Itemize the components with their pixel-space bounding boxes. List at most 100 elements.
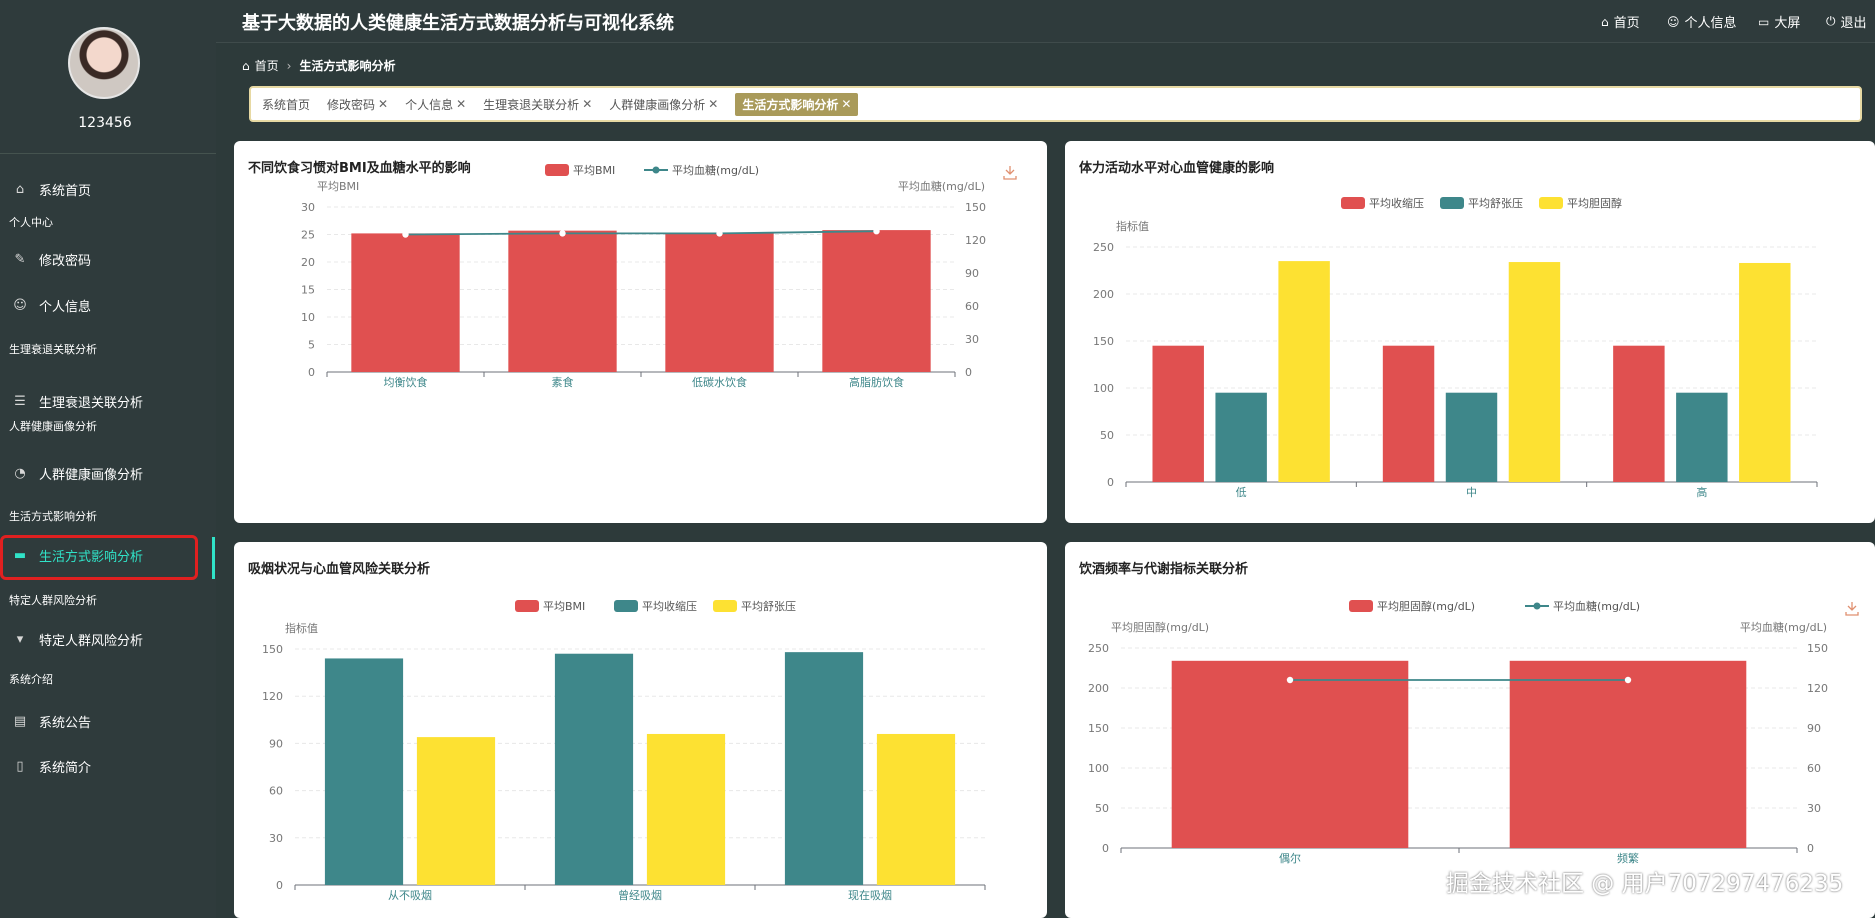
close-icon[interactable]: ✕ (378, 97, 388, 111)
avatar[interactable] (68, 27, 140, 99)
tab-item[interactable]: 人群健康画像分析 ✕ (609, 96, 718, 113)
menu-group-title: 特定人群风险分析 (9, 594, 97, 607)
sidebar-item-label: 系统简介 (39, 760, 92, 776)
bar (1676, 392, 1728, 482)
activity-chart: 平均收缩压 平均舒张压 平均胆固醇指标值 0 50 100 150 200 250 低 中 高 (1093, 196, 1818, 499)
legend-swatch (515, 600, 539, 612)
menu-group-title: 系统介绍 (9, 673, 53, 686)
y-tick-label: 200 (1093, 288, 1114, 301)
bar (1445, 392, 1498, 482)
nav-bigscreen[interactable]: ▭ 大屏 (1758, 12, 1800, 32)
home-icon: ⌂ (242, 58, 250, 73)
y-tick-label: 60 (269, 785, 283, 798)
active-item-highlight (0, 535, 198, 580)
line-point (402, 231, 409, 238)
nav-logout[interactable]: ⏻ 退出 (1826, 12, 1867, 31)
y-tick-label: 0 (276, 879, 283, 892)
chevron-right-icon: › (286, 58, 292, 73)
tab-item[interactable]: 个人信息 ✕ (405, 96, 466, 113)
bar (1171, 660, 1409, 848)
x-tick-label: 中 (1466, 486, 1477, 499)
legend-label: 平均血糖(mg/dL) (1553, 599, 1640, 613)
bar (1382, 345, 1435, 482)
close-icon[interactable]: ✕ (708, 97, 718, 111)
bar (1739, 262, 1791, 482)
tab-item[interactable]: 生活方式影响分析 ✕ (735, 92, 859, 116)
y-tick-label: 90 (269, 737, 283, 750)
menu-group-title: 生活方式影响分析 (9, 510, 97, 523)
tab-label: 个人信息 (405, 97, 454, 112)
panel-alcohol-chart: 饮酒频率与代谢指标关联分析 平均胆固醇(mg/dL) 平均血糖(mg/dL) 平均胆… (1065, 542, 1875, 918)
bar (822, 230, 931, 372)
line-point (873, 228, 880, 235)
book-icon: ▯ (16, 758, 24, 774)
y-right-tick-label: 30 (1807, 802, 1821, 815)
line-point (1286, 676, 1294, 684)
legend-swatch (614, 600, 638, 612)
power-icon: ⏻ (1826, 14, 1836, 28)
legend-swatch (713, 600, 737, 612)
y-axis-title: 指标值 (1116, 219, 1149, 233)
breadcrumb-home[interactable]: 首页 (255, 57, 279, 74)
bar (416, 737, 496, 885)
tab-bar: 系统首页 修改密码 ✕ 个人信息 ✕ 生理衰退关联分析 ✕ 人群健康画像分析 ✕ 生活方式影响分析… (249, 86, 1862, 122)
y-right-tick-label: 120 (1807, 682, 1828, 695)
username: 123456 (78, 115, 132, 131)
download-icon[interactable] (1845, 602, 1859, 616)
menu-group-title: 生理衰退关联分析 (9, 343, 97, 356)
panel-smoking-chart: 吸烟状况与心血管风险关联分析 平均BMI 平均收缩压 平均舒张压 指标值 0 30 60 90… (234, 542, 1047, 918)
sidebar: 123456 ⌂ 系统首页个人中心 ✎ 修改密码 ☺ 个人信息生理衰退关联分析 ☰ 生理衰退关… (0, 0, 216, 918)
line-point (1624, 676, 1632, 684)
sidebar-item[interactable]: ☰ 生理衰退关联分析 (0, 382, 216, 420)
nav-home[interactable]: ⌂ 首页 (1601, 12, 1640, 32)
y-tick-label: 120 (262, 690, 283, 703)
y-axis-title: 平均BMI (317, 180, 359, 193)
sidebar-item[interactable]: ✎ 修改密码 (0, 240, 216, 278)
close-icon[interactable]: ✕ (582, 97, 592, 111)
tab-item[interactable]: 系统首页 (262, 96, 310, 113)
download-icon[interactable] (1003, 166, 1017, 180)
bar (784, 652, 864, 885)
y-axis-title: 平均胆固醇(mg/dL) (1111, 620, 1209, 634)
y-right-tick-label: 0 (965, 366, 972, 379)
x-tick-label: 高脂肪饮食 (849, 375, 904, 389)
sidebar-item[interactable]: ▤ 系统公告 (0, 702, 216, 740)
sidebar-item[interactable]: ☺ 个人信息 (0, 286, 216, 324)
tab-item[interactable]: 生理衰退关联分析 ✕ (483, 96, 592, 113)
nav-profile-label: 个人信息 (1684, 16, 1737, 31)
legend-label: 平均胆固醇(mg/dL) (1377, 599, 1475, 613)
panel-activity-chart: 体力活动水平对心血管健康的影响 平均收缩压 平均舒张压 平均胆固醇 指标值 0 50 100… (1065, 141, 1875, 523)
sidebar-item[interactable]: ▯ 系统简介 (0, 747, 216, 785)
y-axis-title: 指标值 (285, 621, 318, 635)
y-tick-label: 15 (301, 284, 315, 297)
sidebar-item[interactable]: ⌂ 系统首页 (0, 170, 216, 208)
close-icon[interactable]: ✕ (841, 97, 851, 111)
y-tick-label: 0 (308, 366, 315, 379)
alcohol-chart: 平均胆固醇(mg/dL) 平均血糖(mg/dL) 平均胆固醇(mg/dL) 平均血糖(… (1088, 599, 1859, 865)
legend-label: 平均舒张压 (741, 599, 796, 613)
y-axis-right-title: 平均血糖(mg/dL) (1740, 620, 1827, 634)
nav-profile[interactable]: ☺ 个人信息 (1667, 12, 1737, 32)
sidebar-item-label: 修改密码 (39, 253, 92, 269)
menu-group-title: 个人中心 (9, 216, 53, 229)
y-right-tick-label: 150 (965, 201, 986, 214)
sidebar-item[interactable]: ◔ 人群健康画像分析 (0, 454, 216, 492)
sidebar-item-label: 个人信息 (39, 299, 92, 315)
bar (1278, 261, 1330, 482)
sidebar-divider (0, 153, 216, 154)
x-tick-label: 曾经吸烟 (618, 888, 662, 902)
y-right-tick-label: 120 (965, 234, 986, 247)
download-glyph (1003, 166, 1017, 180)
dashboard-icon: ◔ (14, 465, 26, 481)
close-icon[interactable]: ✕ (456, 97, 466, 111)
y-tick-label: 250 (1093, 241, 1114, 254)
y-tick-label: 100 (1088, 762, 1109, 775)
x-tick-label: 低碳水饮食 (692, 375, 747, 389)
sidebar-item[interactable]: ▾ 特定人群风险分析 (0, 620, 216, 658)
legend-swatch (1539, 197, 1563, 209)
nav-logout-label: 退出 (1840, 16, 1867, 31)
sliders-icon: ☰ (14, 393, 26, 409)
tab-item[interactable]: 修改密码 ✕ (327, 96, 388, 113)
nav-home-label: 首页 (1613, 16, 1640, 31)
legend-label: 平均胆固醇 (1567, 196, 1622, 210)
